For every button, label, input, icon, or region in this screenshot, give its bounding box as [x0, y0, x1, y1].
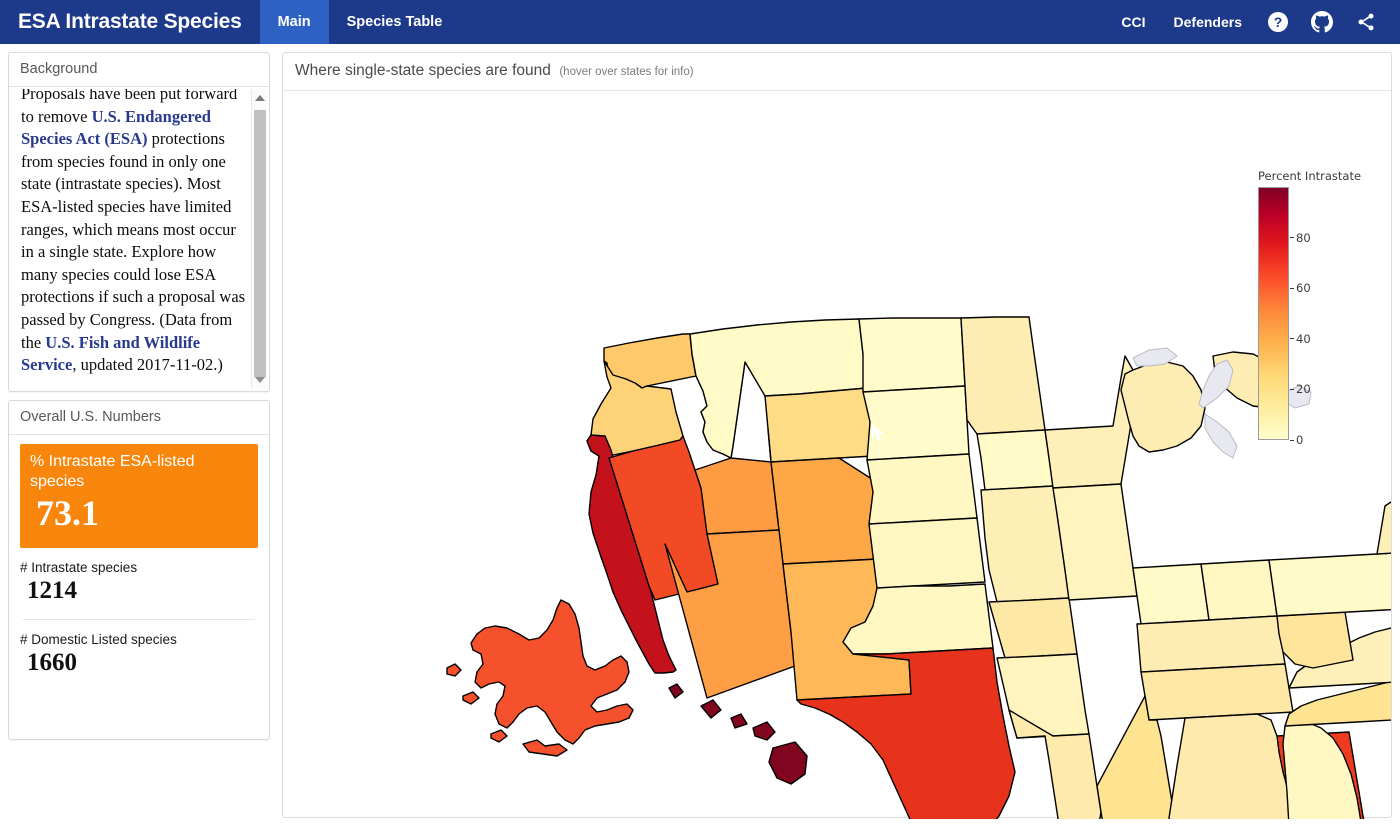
scroll-down-icon[interactable]	[252, 371, 268, 388]
colorbar-tick-0: 0	[1290, 433, 1303, 447]
stat-domestic-species: # Domestic Listed species 1660	[20, 620, 258, 678]
svg-text:?: ?	[1274, 14, 1283, 30]
state-ak[interactable]: Alaska: 64%	[470, 599, 634, 745]
map-header: Where single-state species are found (ho…	[283, 53, 1391, 91]
state-mn[interactable]: Minnesota: 22%	[960, 316, 1046, 435]
nav-link-defenders[interactable]: Defenders	[1160, 0, 1256, 44]
background-scrollbar[interactable]	[251, 89, 267, 388]
state-oh[interactable]: Ohio: 14%	[1200, 559, 1278, 621]
state-wy[interactable]: Wyoming: 32%	[764, 387, 874, 463]
colorbar-legend: Percent Intrastate 0 20 40 60 80	[1258, 169, 1388, 447]
overall-numbers-body: % Intrastate ESA-listed species 73.1 # I…	[9, 435, 269, 678]
stat-domestic-caption: # Domestic Listed species	[20, 632, 177, 647]
state-wv[interactable]: West Virginia: 28%	[1276, 611, 1354, 669]
tab-main[interactable]: Main	[259, 0, 329, 44]
percent-intrastate-card: % Intrastate ESA-listed species 73.1	[20, 444, 258, 548]
state-ky[interactable]: Kentucky: 22%	[1136, 615, 1286, 673]
map-panel: Where single-state species are found (ho…	[282, 52, 1392, 819]
stat-intrastate-value: 1214	[27, 577, 77, 604]
colorbar-tick-label: 20	[1296, 382, 1311, 397]
state-ak[interactable]: Alaska: 64%	[462, 691, 480, 705]
colorbar-tick-60: 60	[1290, 281, 1311, 295]
state-la[interactable]: Louisiana: 16%	[996, 653, 1090, 739]
colorbar-gradient	[1258, 187, 1289, 440]
stat-intrastate-species: # Intrastate species 1214	[20, 548, 258, 606]
tab-species-table[interactable]: Species Table	[329, 0, 461, 44]
help-icon[interactable]: ?	[1256, 0, 1300, 44]
background-text-4: , updated 2017-11-02.)	[72, 355, 223, 375]
state-mi[interactable]: Michigan: 22%	[1120, 361, 1206, 453]
navbar-right-group: CCI Defenders ?	[1107, 0, 1400, 44]
state-hi[interactable]: Hawaii: 98%	[768, 741, 808, 785]
state-hi[interactable]: Hawaii: 98%	[730, 713, 748, 729]
state-ak[interactable]: Alaska: 64%	[490, 729, 508, 743]
tab-species-table-label: Species Table	[346, 14, 443, 30]
percent-intrastate-caption: % Intrastate ESA-listed species	[30, 453, 195, 490]
background-paragraph: Proposals have been put forward to remov…	[21, 89, 247, 377]
state-hi[interactable]: Hawaii: 98%	[752, 721, 776, 741]
state-ak[interactable]: Alaska: 64%	[522, 739, 568, 757]
mouse-cursor-icon	[871, 423, 884, 441]
state-hi[interactable]: Hawaii: 98%	[668, 683, 684, 699]
scrollbar-thumb[interactable]	[254, 110, 266, 377]
background-panel-title: Background	[9, 53, 269, 87]
overall-numbers-panel: Overall U.S. Numbers % Intrastate ESA-li…	[8, 400, 270, 740]
colorbar-row: 0 20 40 60 80	[1258, 187, 1388, 447]
state-hi[interactable]: Hawaii: 98%	[700, 699, 722, 719]
choropleth-us-map[interactable]: Washington: 38%Oregon: 35%California: 88…	[283, 91, 1391, 819]
map-title: Where single-state species are found	[295, 62, 551, 79]
percent-intrastate-value: 73.1	[36, 493, 99, 533]
state-ak[interactable]: Alaska: 64%	[446, 663, 462, 677]
state-ga[interactable]: Georgia: 24%	[1168, 713, 1294, 819]
share-icon[interactable]	[1344, 0, 1388, 44]
colorbar-tick-label: 0	[1296, 433, 1304, 447]
tab-main-label: Main	[277, 14, 311, 30]
state-ia[interactable]: Iowa: 11%	[976, 429, 1054, 491]
great-lake-0	[1198, 359, 1234, 409]
colorbar-tick-label: 80	[1296, 230, 1311, 245]
github-icon[interactable]	[1300, 0, 1344, 44]
colorbar-tick-80: 80	[1290, 231, 1311, 245]
colorbar-tick-40: 40	[1290, 332, 1311, 346]
state-ar[interactable]: Arkansas: 26%	[988, 597, 1078, 659]
colorbar-title: Percent Intrastate	[1258, 169, 1362, 183]
sidebar: Background Proposals have been put forwa…	[8, 52, 270, 740]
stat-intrastate-caption: # Intrastate species	[20, 560, 138, 575]
colorbar-tick-20: 20	[1290, 382, 1311, 396]
colorbar-tick-label: 40	[1296, 331, 1311, 346]
state-ks[interactable]: Kansas: 14%	[868, 517, 986, 589]
state-ut[interactable]: Utah: 46%	[694, 428, 780, 535]
state-in[interactable]: Indiana: 10%	[1132, 563, 1210, 625]
colorbar-tick-label: 60	[1296, 281, 1311, 296]
state-nd[interactable]: North Dakota: 9%	[858, 317, 966, 393]
state-pa[interactable]: Pennsylvania: 10%	[1268, 552, 1391, 617]
map-canvas: Washington: 38%Oregon: 35%California: 88…	[283, 91, 1391, 819]
great-lake-1	[1204, 413, 1238, 459]
app-title: ESA Intrastate Species	[18, 10, 242, 33]
overall-numbers-title: Overall U.S. Numbers	[9, 401, 269, 435]
state-ne[interactable]: Nebraska: 12%	[866, 453, 978, 525]
background-panel: Background Proposals have been put forwa…	[8, 52, 270, 392]
nav-link-cci[interactable]: CCI	[1107, 0, 1159, 44]
state-tn[interactable]: Tennessee: 26%	[1140, 663, 1294, 721]
background-text-2: protections from species found in only o…	[21, 129, 246, 352]
state-ny[interactable]: New York: 20%	[1376, 494, 1391, 555]
stat-domestic-value: 1660	[27, 649, 77, 676]
scroll-up-icon[interactable]	[252, 89, 268, 106]
background-panel-body: Proposals have been put forward to remov…	[9, 89, 269, 391]
map-subtitle: (hover over states for info)	[559, 66, 694, 78]
top-navbar: ESA Intrastate Species Main Species Tabl…	[0, 0, 1400, 44]
